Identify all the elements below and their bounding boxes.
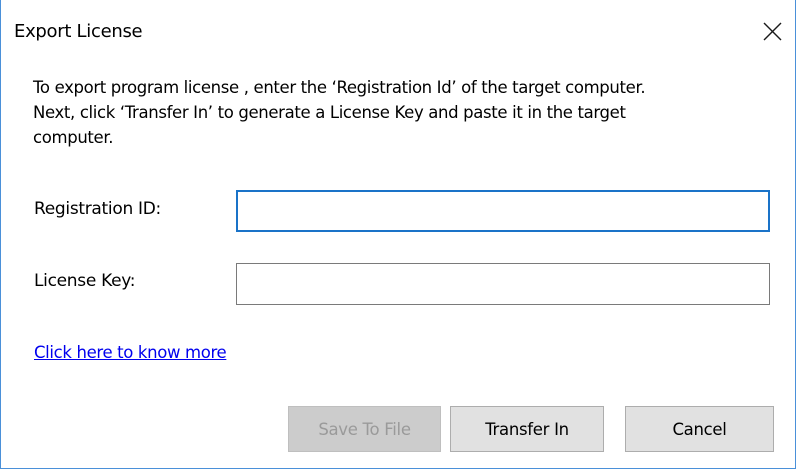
instructions-line-1: To export program license , enter the ‘R… [33,78,646,97]
transfer-in-button[interactable]: Transfer In [450,406,604,452]
instructions-text: To export program license , enter the ‘R… [33,75,773,150]
registration-id-label: Registration ID: [34,199,161,219]
know-more-link[interactable]: Click here to know more [34,343,227,362]
license-key-input[interactable] [236,263,770,305]
close-button[interactable] [751,8,795,54]
instructions-line-2: Next, click ‘Transfer In’ to generate a … [33,103,626,122]
export-license-dialog: Export License To export program license… [0,0,796,469]
license-key-label: License Key: [34,271,136,291]
cancel-button[interactable]: Cancel [625,406,774,452]
save-to-file-button[interactable]: Save To File [288,406,441,452]
registration-id-input[interactable] [236,190,770,232]
close-icon [763,22,782,41]
instructions-line-3: computer. [33,128,114,147]
window-title: Export License [14,21,143,42]
title-bar: Export License [1,0,795,66]
